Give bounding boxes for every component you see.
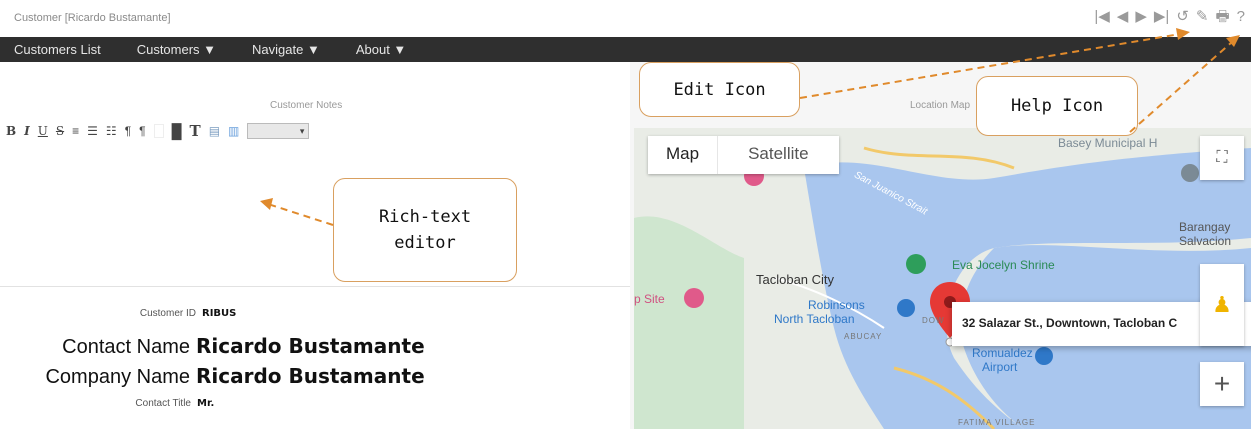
customer-detail-pane: Customer Notes B I U S ≡ ☰ ☷ ¶ ¶ █ T ▤ ▥… (0, 62, 630, 429)
place-abucay: ABUCAY (844, 332, 883, 341)
font-size-select[interactable]: ▾ (247, 123, 310, 139)
place-fatima: FATIMA VILLAGE (958, 418, 1036, 427)
place-shrine: Eva Jocelyn Shrine (952, 258, 1055, 272)
refresh-icon[interactable]: ↺ (1176, 8, 1189, 26)
place-airport: Airport (982, 360, 1018, 374)
menu-navigate[interactable]: Navigate ▼ (252, 42, 320, 57)
menu-customers[interactable]: Customers ▼ (137, 42, 216, 57)
callout-rich-text-line1: Rich-text (378, 207, 472, 227)
tab-map[interactable]: Map (648, 136, 717, 174)
unordered-list-icon[interactable]: ☷ (106, 124, 117, 138)
highlight-color-icon[interactable] (153, 124, 164, 138)
company-name-label: Company Name (45, 366, 190, 388)
callout-edit-icon: Edit Icon (639, 62, 800, 117)
edit-icon[interactable]: ✎ (1196, 8, 1209, 26)
customer-notes-label: Customer Notes (270, 100, 343, 111)
rich-text-toolbar: B I U S ≡ ☰ ☷ ¶ ¶ █ T ▤ ▥ ▾ (6, 122, 310, 140)
place-tacloban-city: Tacloban City (756, 272, 835, 287)
indent-icon[interactable]: ¶ (125, 124, 131, 138)
menu-about[interactable]: About ▼ (356, 42, 406, 57)
contact-title-value: Mr. (197, 398, 215, 409)
map-type-tabs: Map Satellite (648, 136, 839, 174)
italic-icon[interactable]: I (24, 124, 30, 138)
place-robinsons: Robinsons (808, 298, 865, 312)
callout-edit-icon-text: Edit Icon (673, 79, 766, 100)
contact-name-label: Contact Name (62, 336, 190, 358)
place-romualdez: Romualdez (972, 346, 1033, 360)
place-barangay: Barangay (1179, 220, 1231, 234)
ordered-list-icon[interactable]: ☰ (87, 124, 98, 138)
place-north-tacloban: North Tacloban (774, 312, 855, 326)
place-salvacion: Salvacion (1179, 234, 1232, 248)
contact-name-row: Contact Name Ricardo Bustamante (0, 334, 425, 359)
window-title: Customer [Ricardo Bustamante] (14, 12, 171, 24)
callout-help-icon: Help Icon (976, 76, 1138, 136)
company-name-value: Ricardo Bustamante (196, 364, 425, 388)
menu-customers-list[interactable]: Customers List (14, 42, 101, 57)
outdent-icon[interactable]: ¶ (139, 124, 145, 138)
place-basey: Basey Municipal H (1058, 136, 1158, 150)
last-record-icon[interactable]: ▶| (1154, 8, 1169, 26)
rich-text-editor[interactable] (0, 144, 630, 287)
insert-table-icon[interactable]: ▥ (228, 124, 239, 138)
location-map[interactable]: Map Satellite Basey Municipal H San Juan… (634, 128, 1251, 429)
street-view-pegman-icon[interactable]: ♟ (1200, 264, 1244, 346)
callout-rich-text-line2: editor (394, 233, 456, 253)
contact-title-row: Contact Title Mr. (0, 398, 214, 409)
next-record-icon[interactable]: ▶ (1135, 8, 1147, 26)
menu-bar: Customers List Customers ▼ Navigate ▼ Ab… (0, 37, 1251, 62)
location-map-pane: Location Map Map Satellite Basey Municip… (630, 62, 1251, 429)
place-dow: DOW (922, 316, 945, 325)
callout-help-icon-text: Help Icon (1010, 96, 1104, 116)
title-bar: Customer [Ricardo Bustamante] |◀ ◀ ▶ ▶| … (0, 0, 1251, 37)
fullscreen-icon[interactable]: ⛶ (1200, 136, 1244, 180)
align-icon[interactable]: ≡ (72, 124, 79, 138)
font-color-icon[interactable]: █ (172, 123, 182, 139)
strikethrough-icon[interactable]: S (56, 124, 64, 138)
underline-icon[interactable]: U (38, 124, 48, 138)
insert-image-icon[interactable]: ▤ (209, 124, 220, 138)
tab-satellite[interactable]: Satellite (717, 136, 838, 174)
zoom-in-button[interactable]: + (1200, 362, 1244, 406)
help-icon[interactable]: ? (1237, 8, 1245, 26)
place-site: p Site (634, 292, 665, 306)
location-map-label: Location Map (910, 100, 971, 111)
company-name-row: Company Name Ricardo Bustamante (0, 364, 425, 389)
bold-icon[interactable]: B (6, 124, 16, 138)
record-navigation-toolbar: |◀ ◀ ▶ ▶| ↺ ✎ 🖶 ? (1094, 8, 1245, 26)
print-icon[interactable]: 🖶 (1215, 8, 1229, 26)
contact-title-label: Contact Title (135, 398, 191, 409)
customer-id-label: Customer ID (139, 308, 196, 319)
previous-record-icon[interactable]: ◀ (1117, 8, 1129, 26)
customer-id-value: RIBUS (202, 308, 237, 319)
customer-id-row: Customer ID RIBUS (0, 308, 630, 319)
contact-name-value: Ricardo Bustamante (196, 334, 425, 358)
text-format-icon[interactable]: T (190, 122, 201, 140)
callout-rich-text-editor: Rich-text editor (333, 178, 517, 282)
first-record-icon[interactable]: |◀ (1094, 8, 1109, 26)
